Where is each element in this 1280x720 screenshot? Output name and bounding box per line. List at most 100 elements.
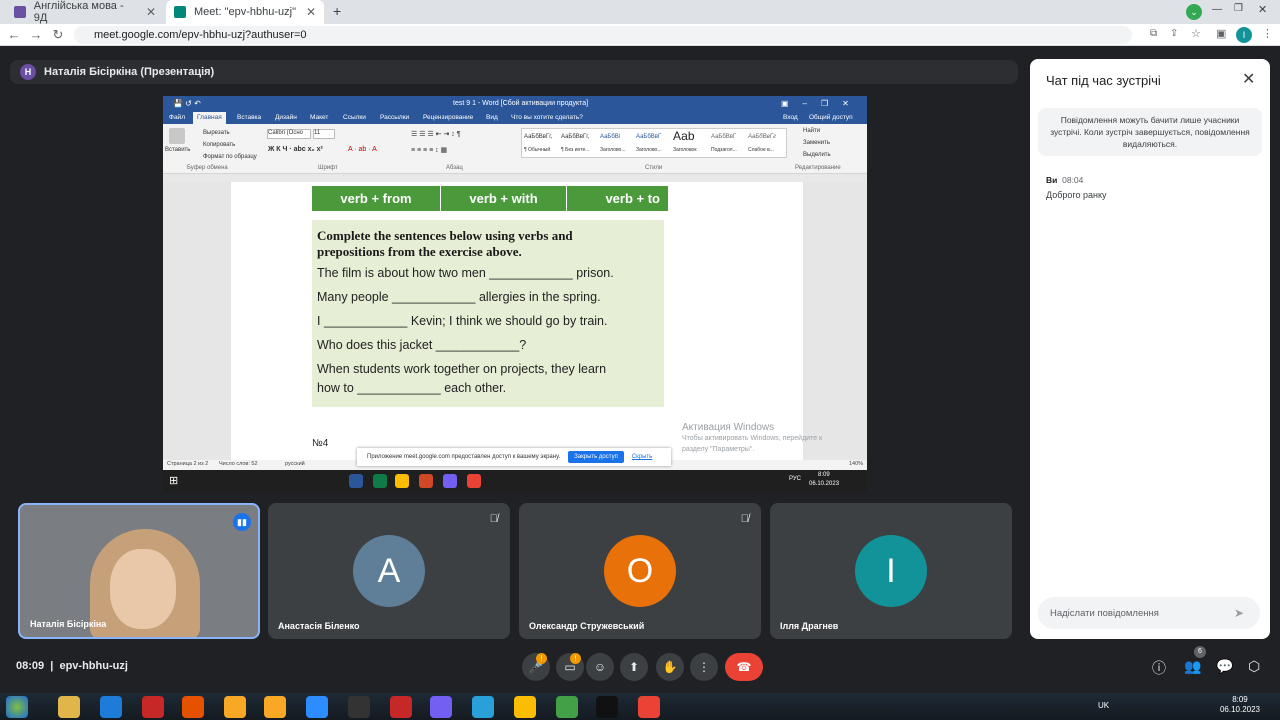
presenter-avatar: Н <box>20 64 36 80</box>
maximize-icon[interactable]: ❐ <box>1234 3 1243 14</box>
clock-date: 06.10.2023 <box>1219 705 1260 714</box>
leave-call-button[interactable]: ☎ <box>725 653 763 681</box>
win-date: 06.10.2023 <box>809 481 840 487</box>
word-tab: Рецензирование <box>423 114 474 121</box>
url-input[interactable]: meet.google.com/epv-hbhu-uzj?authuser=0 <box>74 26 1132 44</box>
chevron-down-icon[interactable]: ⌄ <box>1186 4 1202 20</box>
close-icon[interactable]: ✕ <box>306 5 316 19</box>
forward-icon[interactable]: → <box>28 27 44 43</box>
people-icon[interactable]: 👥 <box>1184 658 1201 675</box>
group-label: Стили <box>645 165 663 171</box>
style-sample: АаБбВвГг, <box>561 134 590 140</box>
meeting-info-icon[interactable]: ⓘ <box>1152 658 1166 678</box>
app-icon[interactable] <box>224 696 246 718</box>
chrome-icon[interactable] <box>514 696 536 718</box>
media-player-icon[interactable] <box>264 696 286 718</box>
sidepanel-icon[interactable]: ▣ <box>1216 27 1226 40</box>
word-tab: Макет <box>310 114 329 121</box>
menu-kebab-icon[interactable]: ⋮ <box>1262 27 1273 40</box>
status-page: Страница 2 из 2 <box>167 461 209 467</box>
word-tab: Вставка <box>237 114 262 121</box>
word-window-controls: ▣–❐✕ <box>781 99 863 108</box>
style-name: Заголово... <box>636 147 662 153</box>
windows-activation-watermark: Активация Windows Чтобы активировать Win… <box>682 422 822 455</box>
word-app-icon <box>349 474 363 488</box>
exercise-sentence: When students work together on projects,… <box>317 362 607 376</box>
style-sample: АаБбВвГ <box>636 134 662 140</box>
exercise-sentence: Who does this jacket ____________? <box>317 338 527 352</box>
more-options-button[interactable]: ⋮ <box>690 653 718 681</box>
reload-icon[interactable]: ↻ <box>50 27 66 43</box>
app-icon[interactable] <box>142 696 164 718</box>
people-count-badge: 6 <box>1194 646 1206 658</box>
participant-tile[interactable]: I Ілля Драгнев <box>770 503 1012 639</box>
browser-tab[interactable]: Англійська мова - 9Д ✕ <box>6 0 164 24</box>
emoji-reactions-button[interactable]: ☺ <box>586 653 614 681</box>
bookmark-star-icon[interactable]: ☆ <box>1191 27 1201 40</box>
file-explorer-icon[interactable] <box>58 696 80 718</box>
app-icon[interactable] <box>182 696 204 718</box>
font-size-field: 11 <box>313 129 335 139</box>
meeting-code: epv-hbhu-uzj <box>59 660 128 672</box>
raise-hand-button[interactable]: ✋ <box>656 653 684 681</box>
participant-tile[interactable]: A 🎙̸ Анастасія Біленко <box>268 503 510 639</box>
activation-title: Активация Windows <box>682 422 775 433</box>
select-label: Выделить <box>803 152 831 158</box>
style-name: Заголово... <box>600 147 626 153</box>
bold-italic-underline-icons: Ж К Ч · abc x₂ x² <box>268 146 323 153</box>
app-icon[interactable] <box>390 696 412 718</box>
share-icon[interactable]: ⇪ <box>1170 28 1178 39</box>
viber-icon[interactable] <box>430 696 452 718</box>
exercise-sentence: how to ____________ each other. <box>317 381 507 395</box>
zoom-icon[interactable] <box>306 696 328 718</box>
windows-taskbar: UK 8:09 06.10.2023 <box>0 693 1280 720</box>
internet-explorer-icon[interactable] <box>100 696 122 718</box>
word-tab: Ссылки <box>343 114 366 121</box>
vocab-box: verb + from <box>312 186 440 211</box>
profile-avatar[interactable]: I <box>1236 27 1252 43</box>
powerpoint-app-icon <box>419 474 433 488</box>
exercise-sentence: The film is about how two men __________… <box>317 266 614 280</box>
cut-label: Вырезать <box>203 130 230 136</box>
font-name-field: Calibri (Осно <box>267 129 311 139</box>
telegram-icon[interactable] <box>472 696 494 718</box>
close-window-icon[interactable]: ✕ <box>1258 3 1267 16</box>
taskbar-clock[interactable]: 8:09 06.10.2023 <box>1220 695 1260 715</box>
exercise-box: Complete the sentences below using verbs… <box>312 220 664 407</box>
copy-label: Копировать <box>203 142 236 148</box>
chrome-icon[interactable] <box>638 696 660 718</box>
close-icon[interactable]: ✕ <box>146 5 156 19</box>
minimize-icon[interactable]: — <box>1212 4 1222 15</box>
participant-tile[interactable]: ▮▮ Наталія Бісіркіна <box>18 503 260 639</box>
tell-me-box: Что вы хотите сделать? <box>511 114 583 121</box>
participant-tile[interactable]: O 🎙̸ Олександр Стружевський <box>519 503 761 639</box>
app-icon[interactable] <box>556 696 578 718</box>
chat-title: Чат під час зустрічі <box>1046 73 1161 88</box>
status-words: Число слов: 52 <box>219 461 258 467</box>
windows-start-icon[interactable] <box>6 696 28 718</box>
send-icon[interactable]: ➤ <box>1234 606 1244 620</box>
tiktok-icon[interactable] <box>596 696 618 718</box>
keyboard-language[interactable]: UK <box>1098 701 1109 710</box>
chat-icon[interactable]: 💬 <box>1216 658 1233 675</box>
win-lang: РУС <box>789 476 802 482</box>
activities-icon[interactable]: ⬡ <box>1248 658 1260 675</box>
word-titlebar: 💾 ↺ ↶ test 9 1 - Word [Сбой активации пр… <box>163 96 867 112</box>
back-icon[interactable]: ← <box>6 27 22 43</box>
new-tab-icon[interactable]: + <box>333 3 341 19</box>
tab-label: Meet: "epv-hbhu-uzj" <box>194 6 296 18</box>
warning-badge: ! <box>570 653 581 664</box>
present-screen-button[interactable]: ⬆ <box>620 653 648 681</box>
chrome-app-icon <box>467 474 481 488</box>
browser-tab-active[interactable]: Meet: "epv-hbhu-uzj" ✕ <box>166 0 324 24</box>
exercise-sentence: Many people ____________ allergies in th… <box>317 290 601 304</box>
translate-icon[interactable]: ⧉ <box>1150 28 1157 39</box>
close-icon[interactable]: ✕ <box>1242 69 1255 89</box>
chat-panel: Чат під час зустрічі ✕ Повідомлення можу… <box>1030 59 1270 639</box>
chat-message-input[interactable]: Надіслати повідомлення <box>1038 597 1260 629</box>
participant-avatar: A <box>353 535 425 607</box>
zoom-level: 140% <box>849 461 864 467</box>
exercise-heading: prepositions from the exercise above. <box>317 244 522 259</box>
app-icon[interactable] <box>348 696 370 718</box>
meeting-time-code: 08:09 | epv-hbhu-uzj <box>16 660 128 672</box>
